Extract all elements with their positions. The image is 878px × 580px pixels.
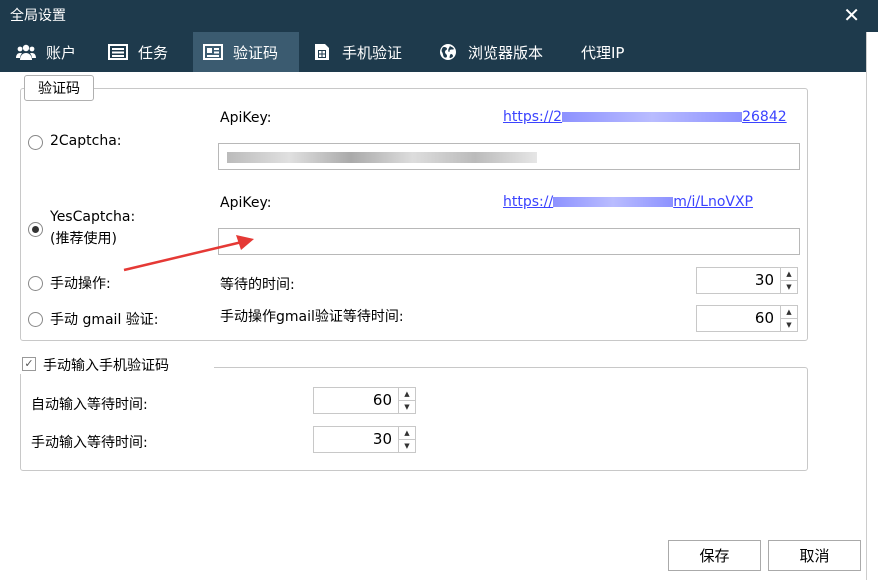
radio-manual-gmail[interactable]: [28, 312, 43, 327]
label-manual-gmail-wait: 手动操作gmail验证等待时间:: [220, 309, 404, 325]
tab-label: 代理IP: [581, 43, 625, 62]
input-yescaptcha-apikey[interactable]: [218, 228, 800, 255]
manual-phone-wait-value: 30: [372, 430, 392, 448]
spin-down-icon[interactable]: ▼: [399, 440, 415, 452]
tab-phone-verify[interactable]: 手机验证: [302, 32, 412, 72]
link-yescaptcha-tail: m/i/LnoVXP: [673, 194, 753, 210]
label-yescaptcha-apikey: ApiKey:: [220, 195, 272, 211]
cancel-button[interactable]: 取消: [768, 540, 861, 571]
link-2captcha-head: https://2: [503, 109, 563, 125]
tab-task[interactable]: 任务: [98, 32, 178, 72]
manual-phone-wait-stepper[interactable]: 30 ▲ ▼: [313, 426, 416, 453]
captcha-group-legend: 验证码: [24, 75, 94, 101]
radio-2captcha[interactable]: [28, 135, 43, 150]
title-bar: 全局设置 ✕: [0, 0, 878, 32]
task-list-icon: [108, 43, 128, 61]
phone-sim-icon: [312, 43, 332, 61]
tab-label: 账户: [46, 43, 77, 62]
auto-wait-value: 60: [372, 391, 392, 409]
spin-down-icon[interactable]: ▼: [399, 401, 415, 413]
link-redaction: [562, 112, 743, 122]
spin-up-icon[interactable]: ▲: [781, 306, 797, 319]
link-redaction: [553, 197, 674, 207]
spin-down-icon[interactable]: ▼: [781, 281, 797, 293]
spin-up-icon[interactable]: ▲: [399, 427, 415, 440]
captcha-group-box: [20, 88, 808, 341]
tab-proxy-ip[interactable]: 代理IP: [571, 32, 634, 72]
label-manual-phone-wait: 手动输入等待时间:: [31, 435, 148, 451]
manual-wait-value: 30: [754, 271, 774, 289]
spin-up-icon[interactable]: ▲: [781, 268, 797, 281]
annotation-arrow-icon: [123, 235, 254, 272]
window-right-edge: [866, 32, 878, 580]
spin-down-icon[interactable]: ▼: [781, 319, 797, 331]
tab-browser-version[interactable]: 浏览器版本: [428, 32, 553, 72]
id-card-icon: [203, 43, 223, 61]
manual-gmail-wait-stepper[interactable]: 60 ▲ ▼: [696, 305, 798, 332]
label-2captcha-apikey: ApiKey:: [220, 110, 272, 126]
phone-manual-checkbox[interactable]: ✓: [22, 357, 36, 371]
globe-icon: [438, 43, 458, 61]
link-2captcha-tail: 26842: [742, 109, 787, 125]
label-manual-gmail: 手动 gmail 验证:: [50, 312, 159, 328]
radio-yescaptcha[interactable]: [28, 222, 43, 237]
tab-label: 手机验证: [342, 43, 403, 62]
close-icon[interactable]: ✕: [843, 4, 860, 26]
label-auto-wait: 自动输入等待时间:: [31, 397, 148, 413]
auto-wait-stepper[interactable]: 60 ▲ ▼: [313, 387, 416, 414]
tab-bar: 账户 任务 验证码 手机验证 浏览器版本 代理IP: [0, 32, 866, 72]
save-button[interactable]: 保存: [668, 540, 761, 571]
label-manual-wait: 等待的时间:: [220, 277, 295, 293]
label-yescaptcha: YesCaptcha:: [50, 209, 136, 225]
label-manual: 手动操作:: [50, 276, 111, 292]
label-2captcha: 2Captcha:: [50, 133, 122, 149]
users-icon: [16, 43, 36, 61]
label-yescaptcha-recommended: (推荐使用): [50, 231, 117, 247]
phone-group-box: [20, 367, 808, 471]
tab-captcha[interactable]: 验证码: [193, 32, 299, 72]
link-2captcha-register[interactable]: https://2 26842: [503, 109, 795, 125]
input-redaction: [227, 152, 537, 163]
radio-manual[interactable]: [28, 276, 43, 291]
tab-label: 浏览器版本: [468, 43, 544, 62]
input-2captcha-apikey[interactable]: [218, 143, 800, 170]
link-yescaptcha-head: https://: [503, 194, 554, 210]
tab-label: 验证码: [233, 43, 279, 62]
manual-gmail-wait-value: 60: [754, 309, 774, 327]
link-yescaptcha-register[interactable]: https:// m/i/LnoVXP: [503, 194, 767, 210]
label-phone-manual: 手动输入手机验证码: [43, 358, 169, 374]
window-title: 全局设置: [10, 8, 66, 24]
tab-account[interactable]: 账户: [6, 32, 86, 72]
manual-wait-stepper[interactable]: 30 ▲ ▼: [696, 267, 798, 294]
tab-label: 任务: [138, 43, 169, 62]
spin-up-icon[interactable]: ▲: [399, 388, 415, 401]
